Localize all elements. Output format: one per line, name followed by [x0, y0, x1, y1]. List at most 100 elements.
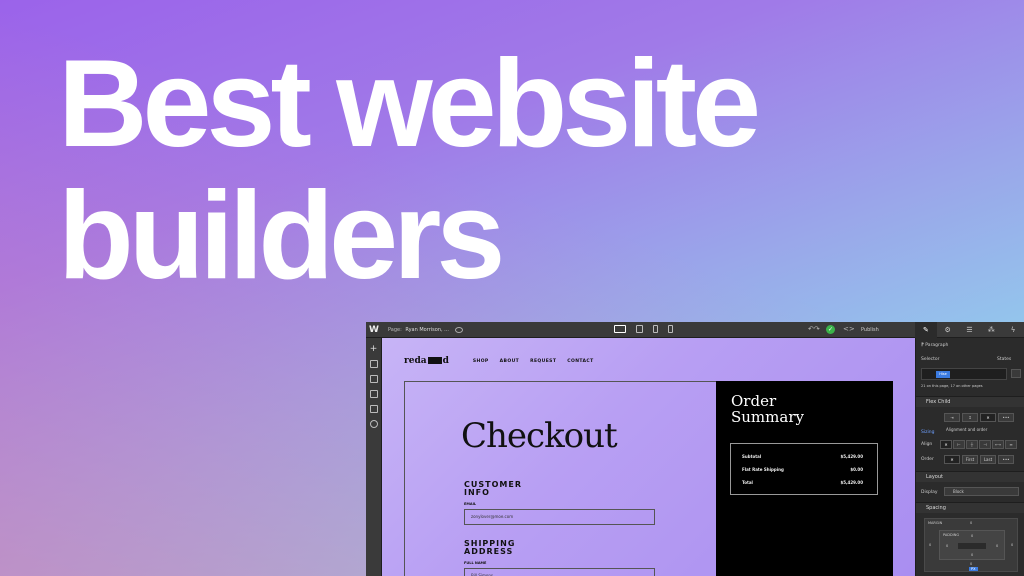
align-end-button[interactable]: ⊣ [979, 440, 991, 449]
style-brush-icon[interactable]: ✎ [915, 322, 937, 338]
nav-links: SHOP ABOUT REQUEST CONTACT [473, 359, 594, 364]
nav-link-request[interactable]: REQUEST [530, 359, 556, 364]
sizing-buttons: ⇥ ↕ ✕ ••• [944, 413, 1014, 422]
element-type-label: ⁋ Paragraph [921, 343, 949, 348]
publish-button[interactable]: Publish [861, 327, 879, 333]
ecommerce-cart-icon[interactable] [369, 390, 378, 398]
full-name-field[interactable]: Bill Simons [464, 568, 655, 576]
add-element-plus-icon[interactable]: + [370, 345, 378, 354]
navigator-icon[interactable]: ☰ [959, 322, 981, 338]
unit-badge[interactable]: PX [969, 567, 978, 571]
redacted-block [427, 357, 442, 364]
headline: Best website builders [58, 35, 761, 305]
desktop-breakpoint-icon[interactable] [614, 325, 626, 333]
order-label: Order [921, 457, 934, 462]
order-more-button[interactable]: ••• [998, 455, 1014, 464]
design-canvas[interactable]: reda d SHOP ABOUT REQUEST CONTACT Checkou… [382, 338, 915, 576]
selector-usage-info: 21 on this page, 17 on other pages [921, 384, 983, 388]
flex-child-section-header[interactable]: Flex Child [916, 396, 1024, 407]
headline-line-1: Best website [58, 35, 761, 173]
full-name-label: FULL NAME [464, 561, 487, 565]
pages-icon[interactable] [369, 360, 378, 368]
panel-tabs: ✎ ⚙ ☰ ⁂ ϟ [915, 322, 1024, 338]
email-label: EMAIL [464, 502, 477, 506]
nav-link-contact[interactable]: CONTACT [567, 359, 593, 364]
class-tag[interactable]: Hise [936, 371, 950, 378]
margin-left-value[interactable]: 0 [929, 543, 931, 547]
selector-input[interactable]: Hise [921, 368, 1007, 380]
shipping-address-heading: SHIPPING ADDRESS [464, 539, 516, 556]
spacing-section-header[interactable]: Spacing [916, 502, 1024, 513]
nav-link-about[interactable]: ABOUT [500, 359, 519, 364]
saved-check-icon: ✓ [826, 325, 835, 334]
padding-right-value[interactable]: 0 [996, 544, 998, 548]
left-toolbar: + [366, 338, 382, 576]
order-last-button[interactable]: Last [980, 455, 996, 464]
assets-icon[interactable] [369, 405, 378, 413]
top-toolbar: W Page: Ryan Morrison, ... ↶↷ ✓ <> Publi… [366, 322, 1024, 338]
states-dropdown[interactable]: States [997, 357, 1011, 362]
sizing-label: Sizing [921, 430, 935, 435]
breakpoint-switcher [614, 325, 673, 333]
mobile-portrait-icon[interactable] [668, 325, 673, 333]
settings-gear-icon[interactable]: ⚙ [937, 322, 959, 338]
margin-label: MARGIN [928, 521, 943, 525]
margin-top-value[interactable]: 0 [970, 521, 972, 525]
top-right-actions: ↶↷ ✓ <> Publish [808, 325, 879, 334]
style-panel: ⁋ Paragraph Selector States Hise 21 on t… [915, 338, 1024, 576]
order-first-button[interactable]: First [962, 455, 978, 464]
layout-section-header[interactable]: Layout [916, 471, 1024, 482]
display-label: Display [921, 490, 938, 495]
display-select[interactable]: Block [944, 487, 1019, 496]
settings-icon[interactable] [369, 420, 378, 428]
order-none-button[interactable]: ✕ [944, 455, 960, 464]
page-selector[interactable]: Page: Ryan Morrison, ... [388, 327, 449, 333]
alignment-order-toggle[interactable]: Alignment and order [946, 427, 987, 432]
mobile-landscape-icon[interactable] [653, 325, 658, 333]
content-box [958, 543, 986, 549]
align-baseline-button[interactable]: ≡ [1005, 440, 1017, 449]
preview-eye-icon[interactable] [454, 326, 463, 333]
grow-button[interactable]: ↕ [962, 413, 978, 422]
spacing-box-model[interactable]: MARGIN 0 PADDING 0 0 0 0 0 0 0 PX [924, 518, 1018, 572]
site-brand[interactable]: reda d [404, 356, 449, 366]
padding-box[interactable]: PADDING 0 0 0 0 [939, 530, 1005, 560]
code-icon[interactable]: <> [843, 325, 855, 334]
interactions-icon[interactable]: ⁂ [980, 322, 1002, 338]
order-row: Total $5,429.00 [742, 480, 863, 485]
customer-info-heading: CUSTOMER INFO [464, 480, 522, 497]
headline-line-2: builders [58, 167, 505, 305]
cms-database-icon[interactable] [369, 375, 378, 383]
margin-right-value[interactable]: 0 [1011, 543, 1013, 547]
email-field[interactable]: zonylover@moe.com [464, 509, 655, 525]
align-start-button[interactable]: ⊢ [953, 440, 965, 449]
align-center-button[interactable]: ┼ [966, 440, 978, 449]
webflow-logo[interactable]: W [366, 322, 382, 338]
order-buttons: ✕ First Last ••• [944, 455, 1014, 464]
align-label: Align [921, 442, 933, 447]
none-button[interactable]: ✕ [980, 413, 996, 422]
nav-link-shop[interactable]: SHOP [473, 359, 489, 364]
order-row: Flat Rate Shipping $0.00 [742, 467, 863, 472]
align-buttons: ✕ ⊢ ┼ ⊣ ⟷ ≡ [940, 440, 1017, 449]
margin-bottom-value[interactable]: 0 [970, 562, 972, 566]
selector-menu-icon[interactable] [1011, 369, 1021, 378]
align-stretch-button[interactable]: ⟷ [992, 440, 1004, 449]
tablet-breakpoint-icon[interactable] [636, 325, 643, 333]
order-summary-title: Order Summary [731, 392, 804, 426]
undo-redo-icon[interactable]: ↶↷ [808, 325, 820, 334]
order-summary-panel: Order Summary Subtotal $5,429.00 Flat Rat… [716, 381, 893, 576]
page-name: Ryan Morrison, ... [405, 326, 449, 333]
lightning-icon[interactable]: ϟ [1002, 322, 1024, 338]
padding-left-value[interactable]: 0 [946, 544, 948, 548]
site-nav: reda d SHOP ABOUT REQUEST CONTACT [404, 356, 594, 366]
padding-top-value[interactable]: 0 [971, 534, 973, 538]
padding-bottom-value[interactable]: 0 [971, 553, 973, 557]
page-prefix: Page: [388, 326, 402, 333]
selector-label: Selector [921, 357, 940, 362]
website-builder-window: W Page: Ryan Morrison, ... ↶↷ ✓ <> Publi… [366, 322, 1024, 576]
align-none-button[interactable]: ✕ [940, 440, 952, 449]
order-totals-box: Subtotal $5,429.00 Flat Rate Shipping $0.0… [730, 443, 878, 495]
more-button[interactable]: ••• [998, 413, 1014, 422]
shrink-button[interactable]: ⇥ [944, 413, 960, 422]
